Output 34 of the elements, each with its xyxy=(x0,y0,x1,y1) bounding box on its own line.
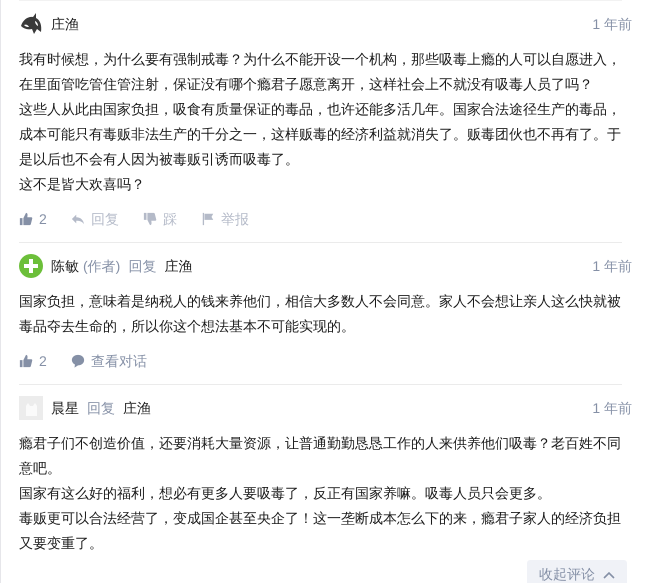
thumbs-down-icon xyxy=(142,212,157,226)
reply-to-name[interactable]: 庄渔 xyxy=(123,398,151,418)
orca-avatar xyxy=(19,12,43,36)
speech-bubble-icon xyxy=(70,354,85,368)
reply-label: 回复 xyxy=(87,398,115,418)
view-conversation-button[interactable]: 查看对话 xyxy=(70,350,147,372)
timestamp: 1 年前 xyxy=(592,256,632,276)
comment-text: 国家有这么好的福利，想必有更多人要吸毒了，反正有国家养嘛。吸毒人员只会更多。 xyxy=(19,484,552,503)
collapse-comments-button[interactable]: 收起评论 xyxy=(527,560,627,583)
author-name[interactable]: 陈敏 xyxy=(51,256,79,276)
timestamp: 1 年前 xyxy=(592,14,632,34)
reply-to-name[interactable]: 庄渔 xyxy=(164,256,192,276)
author-name[interactable]: 庄渔 xyxy=(51,14,79,34)
comment-text: 这不是皆大欢喜吗？ xyxy=(19,175,146,194)
like-button[interactable]: 2 xyxy=(19,208,47,230)
dislike-button[interactable]: 踩 xyxy=(142,208,177,230)
thumbs-up-icon xyxy=(19,212,33,226)
author-tag: (作者) xyxy=(83,256,120,276)
report-button[interactable]: 举报 xyxy=(200,208,249,230)
comment-text: 我有时候想，为什么要有强制戒毒？为什么不能开设一个机构，那些吸毒上瘾的人可以自愿进入，在里面管吃管住管注射，保证没有哪个瘾君子愿意离开，这样社会上不就没有吸毒人员了吗？ xyxy=(19,50,622,94)
comment-text: 国家负担，意味着是纳税人的钱来养他们，相信大多数人不会同意。家人不会想让亲人这么快就被毒品夺去生命的，所以你这个想法基本不可能实现的。 xyxy=(19,292,622,336)
comment-text: 毒贩更可以合法经营了，变成国企甚至央企了！这一垄断成本怎么下的来，瘾君子家人的经济负担又要变重了。 xyxy=(19,509,622,553)
plus-avatar xyxy=(19,254,43,278)
chevron-up-icon xyxy=(603,570,615,578)
comment-text: 这些人从此由国家负担，吸食有质量保证的毒品，也许还能多活几年。国家合法途径生产的毒品，成本可能只有毒贩非法生产的千分之一，这样贩毒的经济利益就消失了。贩毒团伙也不再有了。于是以后也不会有人因为被毒贩引诱而吸毒了。 xyxy=(19,100,622,169)
reply-label: 回复 xyxy=(128,256,156,276)
timestamp: 1 年前 xyxy=(592,398,632,418)
author-name[interactable]: 晨星 xyxy=(51,398,79,418)
flag-icon xyxy=(200,212,215,226)
reply-button[interactable]: 回复 xyxy=(70,208,119,230)
thumbs-up-icon xyxy=(19,354,33,368)
like-button[interactable]: 2 xyxy=(19,350,47,372)
reply-arrow-icon xyxy=(70,212,85,226)
comment-text: 瘾君子们不创造价值，还要消耗大量资源，让普通勤勤恳恳工作的人来供养他们吸毒？老百姓不同意吧。 xyxy=(19,434,622,478)
